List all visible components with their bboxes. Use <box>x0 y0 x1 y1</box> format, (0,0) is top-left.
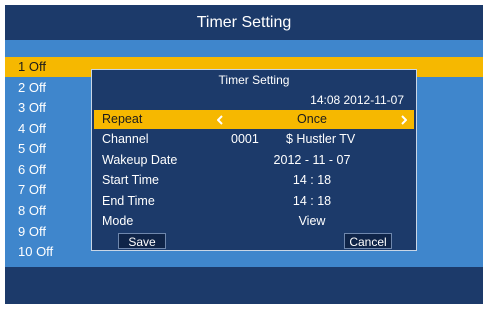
channel-name: $ Hustler TV <box>286 132 356 146</box>
mode-label: Mode <box>102 214 134 228</box>
cancel-button[interactable]: Cancel <box>344 233 392 249</box>
end-time-row[interactable]: End Time 14 : 18 <box>94 192 414 211</box>
save-button[interactable]: Save <box>118 233 166 249</box>
repeat-value: Once <box>297 112 327 126</box>
channel-label: Channel <box>102 132 149 146</box>
wakeup-date-value: 2012 - 11 - 07 <box>273 153 351 167</box>
page-title: Timer Setting <box>196 13 292 31</box>
current-time: 14:08 2012-11-07 <box>310 93 404 107</box>
repeat-row[interactable]: Repeat Once <box>94 110 414 129</box>
mode-value: View <box>298 214 326 228</box>
channel-row[interactable]: Channel 0001 $ Hustler TV <box>94 130 414 149</box>
start-time-row[interactable]: Start Time 14 : 18 <box>94 171 414 190</box>
chevron-right-icon[interactable] <box>398 110 410 129</box>
wakeup-date-row[interactable]: Wakeup Date 2012 - 11 - 07 <box>94 151 414 170</box>
repeat-label: Repeat <box>102 112 143 126</box>
timer-setting-dialog: Timer Setting 14:08 2012-11-07 Repeat On… <box>91 69 417 251</box>
start-time-value: 14 : 18 <box>292 173 332 187</box>
end-time-label: End Time <box>102 194 155 208</box>
start-time-label: Start Time <box>102 173 159 187</box>
dialog-title: Timer Setting <box>218 73 290 87</box>
timer-setting-screen: Timer Setting 1 Off 2 Off 3 Off 4 Off 5 … <box>5 5 483 304</box>
wakeup-date-label: Wakeup Date <box>102 153 178 167</box>
end-time-value: 14 : 18 <box>292 194 332 208</box>
screen-footer <box>5 267 483 304</box>
screen-header: Timer Setting <box>5 5 483 40</box>
mode-row[interactable]: Mode View <box>94 212 414 231</box>
channel-number: 0001 <box>231 132 259 146</box>
